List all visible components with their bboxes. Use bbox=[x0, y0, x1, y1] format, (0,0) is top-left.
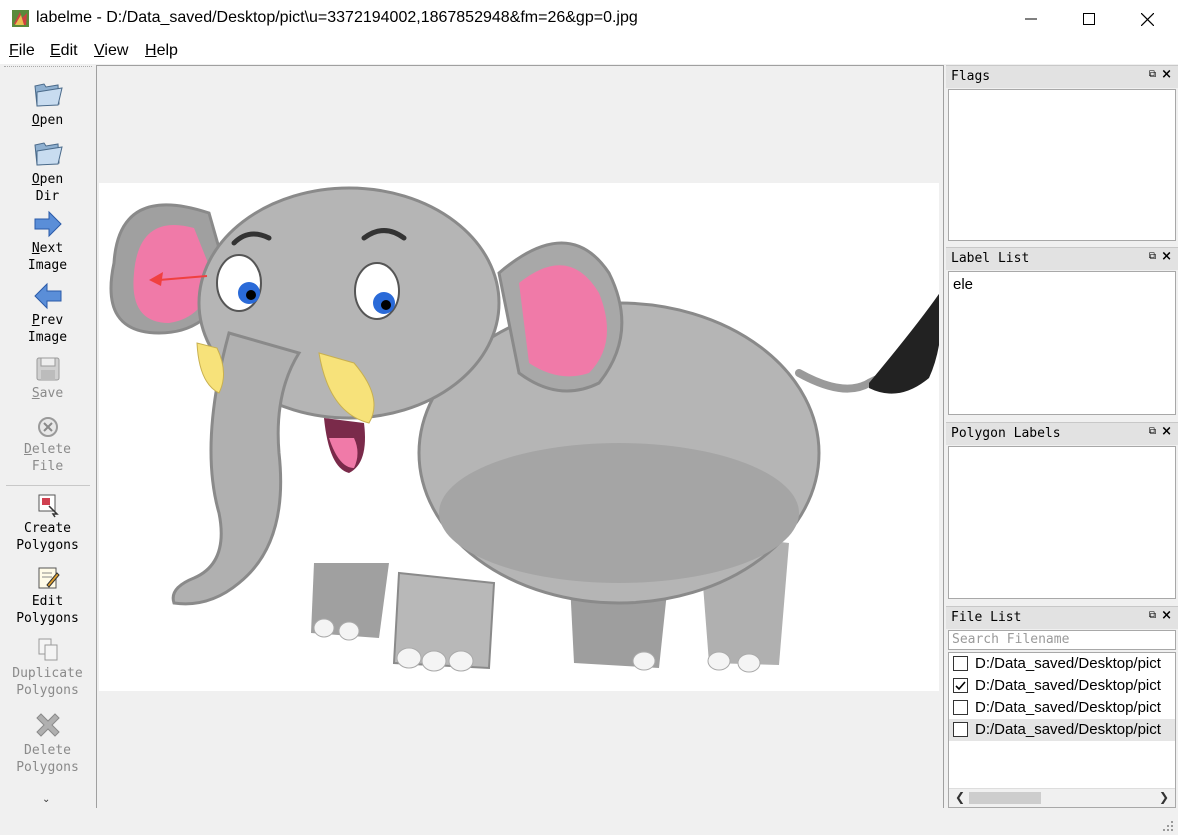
delete-file-label: Delete File bbox=[24, 442, 71, 474]
title-bar: labelme - D:/Data_saved/Desktop/pict\u=3… bbox=[0, 0, 1178, 38]
menu-help[interactable]: Help bbox=[145, 42, 178, 60]
create-polygon-icon bbox=[38, 494, 59, 518]
file-list-item[interactable]: D:/Data_saved/Desktop/pict bbox=[949, 675, 1175, 697]
toolbar-grip[interactable] bbox=[4, 66, 92, 70]
dock-float-icon[interactable]: ⧉ bbox=[1149, 251, 1156, 262]
file-checkbox-checked[interactable] bbox=[953, 678, 968, 693]
menu-bar: File Edit View Help bbox=[0, 38, 1178, 64]
open-dir-label: Open Dir bbox=[31, 172, 64, 204]
open-button[interactable]: Open bbox=[0, 78, 95, 129]
dock-close-icon[interactable]: × bbox=[1161, 249, 1172, 264]
create-polygons-button[interactable]: Create Polygons bbox=[0, 492, 95, 554]
duplicate-polygons-label: Duplicate Polygons bbox=[12, 666, 83, 698]
flags-dock: Flags ⧉ × bbox=[946, 65, 1178, 243]
file-name: D:/Data_saved/Desktop/pict bbox=[975, 677, 1161, 694]
edit-polygons-label: Edit Polygons bbox=[16, 594, 79, 626]
polygon-labels-dock-title: Polygon Labels bbox=[951, 426, 1061, 441]
dock-close-icon[interactable]: × bbox=[1161, 67, 1172, 82]
window-title: labelme - D:/Data_saved/Desktop/pict\u=3… bbox=[36, 9, 638, 26]
dock-float-icon[interactable]: ⧉ bbox=[1149, 426, 1156, 437]
search-filename-input[interactable]: Search Filename bbox=[948, 630, 1176, 650]
prev-image-button[interactable]: Prev Image bbox=[0, 282, 95, 346]
label-list-item[interactable]: ele bbox=[949, 272, 1175, 297]
file-name: D:/Data_saved/Desktop/pict bbox=[975, 721, 1161, 738]
prev-image-label: Prev Image bbox=[27, 313, 68, 345]
scrollbar-thumb[interactable] bbox=[969, 792, 1041, 804]
scroll-right-icon[interactable]: ❯ bbox=[1159, 790, 1169, 804]
folder-open-icon bbox=[33, 142, 63, 166]
flags-dock-header: Flags ⧉ × bbox=[946, 65, 1178, 88]
menu-view[interactable]: View bbox=[94, 42, 128, 60]
save-label: Save bbox=[31, 386, 64, 401]
file-list-dock: File List ⧉ × Search Filename D:/Data_sa… bbox=[946, 606, 1178, 808]
save-button[interactable]: Save bbox=[0, 355, 95, 402]
flags-list[interactable] bbox=[948, 89, 1176, 241]
dock-float-icon[interactable]: ⧉ bbox=[1149, 610, 1156, 621]
status-bar bbox=[0, 808, 1178, 835]
close-button[interactable] bbox=[1118, 0, 1176, 38]
next-image-button[interactable]: Next Image bbox=[0, 210, 95, 274]
label-list-dock: Label List ⧉ × ele bbox=[946, 247, 1178, 417]
labelme-app-icon bbox=[12, 10, 29, 27]
delete-x-icon bbox=[35, 713, 60, 737]
elephant-image bbox=[109, 186, 939, 673]
maximize-icon bbox=[1083, 13, 1095, 25]
horizontal-scrollbar[interactable]: ❮ ❯ bbox=[949, 788, 1175, 807]
folder-open-icon bbox=[33, 83, 63, 107]
file-list-dock-header: File List ⧉ × bbox=[946, 606, 1178, 629]
delete-circle-icon bbox=[37, 417, 58, 437]
maximize-button[interactable] bbox=[1060, 0, 1118, 38]
duplicate-polygons-button[interactable]: Duplicate Polygons bbox=[0, 637, 95, 699]
next-image-label: Next Image bbox=[27, 241, 68, 273]
file-name: D:/Data_saved/Desktop/pict bbox=[975, 655, 1161, 672]
edit-pencil-icon bbox=[38, 567, 60, 589]
file-name: D:/Data_saved/Desktop/pict bbox=[975, 699, 1161, 716]
file-list-item[interactable]: D:/Data_saved/Desktop/pict bbox=[949, 653, 1175, 675]
menu-edit[interactable]: Edit bbox=[50, 42, 78, 60]
file-checkbox[interactable] bbox=[953, 656, 968, 671]
toolbar-extension-chevron-icon[interactable]: ⌄ bbox=[42, 794, 50, 805]
file-checkbox[interactable] bbox=[953, 722, 968, 737]
file-list-dock-title: File List bbox=[951, 610, 1022, 625]
polygon-labels-list[interactable] bbox=[948, 446, 1176, 599]
create-polygons-label: Create Polygons bbox=[16, 521, 79, 553]
arrow-left-icon bbox=[33, 282, 61, 310]
toolbar-separator bbox=[6, 485, 90, 486]
open-label: Open bbox=[31, 113, 64, 128]
floppy-disk-icon bbox=[36, 357, 59, 381]
red-arrow-annotation-icon bbox=[149, 272, 208, 286]
minimize-icon bbox=[1025, 18, 1037, 20]
polygon-labels-dock: Polygon Labels ⧉ × bbox=[946, 422, 1178, 600]
file-list-item[interactable]: D:/Data_saved/Desktop/pict bbox=[949, 697, 1175, 719]
label-list-dock-title: Label List bbox=[951, 251, 1030, 266]
duplicate-icon bbox=[38, 638, 57, 661]
close-icon bbox=[1140, 12, 1154, 26]
image-canvas[interactable] bbox=[96, 65, 944, 809]
dock-close-icon[interactable]: × bbox=[1161, 424, 1172, 439]
arrow-right-icon bbox=[34, 210, 62, 238]
minimize-button[interactable] bbox=[1002, 0, 1060, 38]
scroll-left-icon[interactable]: ❮ bbox=[955, 790, 965, 804]
checkmark-icon bbox=[955, 681, 966, 691]
file-list[interactable]: D:/Data_saved/Desktop/pict D:/Data_saved… bbox=[948, 652, 1176, 808]
resize-grip-icon[interactable] bbox=[1162, 820, 1174, 832]
dock-float-icon[interactable]: ⧉ bbox=[1149, 69, 1156, 80]
tools-toolbar: Open Open Dir Next Image Prev Image Save bbox=[0, 64, 95, 808]
file-list-item-selected[interactable]: D:/Data_saved/Desktop/pict bbox=[949, 719, 1175, 741]
edit-polygons-button[interactable]: Edit Polygons bbox=[0, 565, 95, 627]
delete-polygons-button[interactable]: Delete Polygons bbox=[0, 710, 95, 776]
delete-file-button[interactable]: Delete File bbox=[0, 415, 95, 475]
file-checkbox[interactable] bbox=[953, 700, 968, 715]
label-list[interactable]: ele bbox=[948, 271, 1176, 415]
menu-file[interactable]: File bbox=[9, 42, 35, 60]
dock-close-icon[interactable]: × bbox=[1161, 608, 1172, 623]
label-list-dock-header: Label List ⧉ × bbox=[946, 247, 1178, 270]
flags-dock-title: Flags bbox=[951, 69, 991, 84]
polygon-labels-dock-header: Polygon Labels ⧉ × bbox=[946, 422, 1178, 445]
open-dir-button[interactable]: Open Dir bbox=[0, 137, 95, 205]
loaded-image bbox=[99, 183, 939, 691]
delete-polygons-label: Delete Polygons bbox=[16, 743, 79, 775]
